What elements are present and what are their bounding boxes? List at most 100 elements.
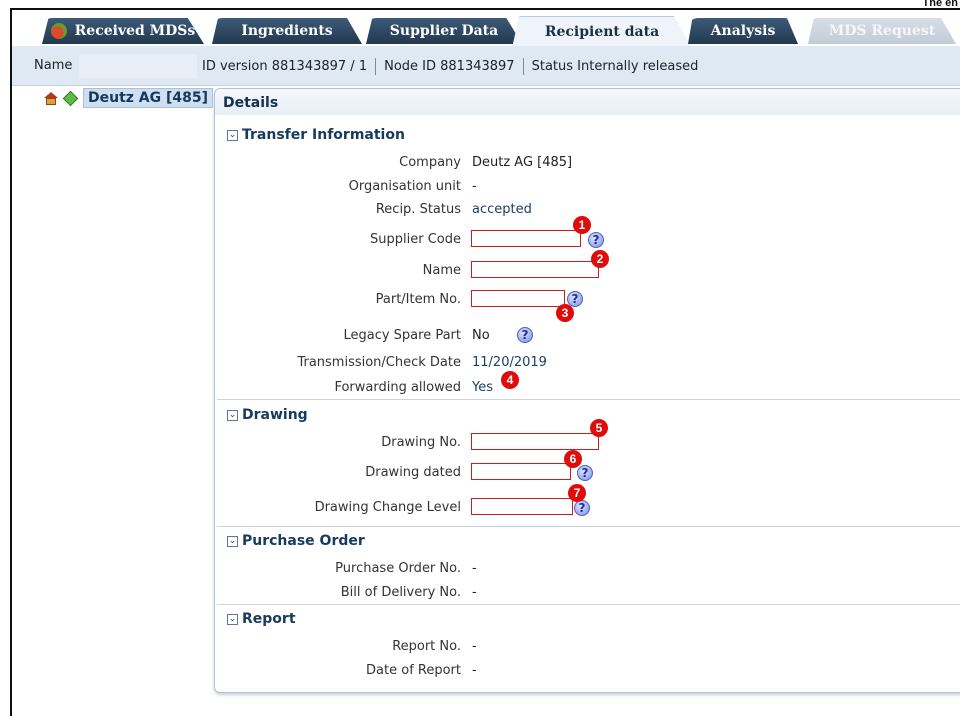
section-divider [217, 526, 960, 527]
transmission-date-value: 11/20/2019 [472, 355, 547, 370]
help-icon[interactable]: ? [574, 500, 590, 516]
delivery-label: Bill of Delivery No. [340, 585, 461, 600]
tab-supplier-data[interactable]: Supplier Data [366, 18, 522, 44]
forwarding-row: Forwarding allowed Yes 4 [215, 371, 960, 398]
report-no-row: Report No. - [215, 637, 960, 657]
legacy-spare-part-value: No [472, 328, 490, 343]
forwarding-label: Forwarding allowed [334, 380, 461, 395]
recip-status-label: Recip. Status [375, 202, 461, 217]
tab-ingredients[interactable]: Ingredients [212, 18, 362, 44]
collapse-icon[interactable]: ⌄ [227, 535, 238, 547]
annotation-badge-7: 7 [568, 484, 586, 502]
report-date-row: Date of Report - [215, 661, 960, 681]
section-divider [217, 399, 960, 400]
drawing-dated-row: Drawing dated ? 6 [215, 450, 960, 483]
drawing-no-input[interactable] [471, 433, 599, 450]
report-no-label: Report No. [392, 639, 461, 654]
apple-icon [50, 23, 67, 39]
supplier-code-input[interactable] [471, 230, 581, 247]
transmission-date-row: Transmission/Check Date 11/20/2019 [215, 353, 960, 373]
part-no-input[interactable] [471, 290, 565, 307]
recipient-tree: Deutz AG [485] [44, 88, 214, 108]
id-version-label: ID version [202, 59, 268, 74]
section-label: Drawing [242, 407, 308, 423]
part-no-label: Part/Item No. [375, 292, 461, 307]
collapse-icon[interactable]: ⌄ [227, 613, 238, 625]
annotation-badge-3: 3 [556, 304, 574, 322]
node-id-value: 881343897 [440, 59, 515, 74]
company-row: Company Deutz AG [485] [215, 153, 960, 173]
tab-label: Ingredients [241, 23, 333, 39]
details-header: Details [215, 89, 960, 115]
legacy-spare-part-row: Legacy Spare Part No ? [215, 326, 960, 346]
recip-status-value: accepted [472, 202, 532, 217]
section-purchase-order[interactable]: ⌄ Purchase Order [227, 533, 365, 549]
id-version-value: 881343897 / 1 [271, 59, 368, 74]
change-level-input[interactable] [471, 498, 573, 515]
section-label: Purchase Order [242, 533, 365, 549]
drawing-dated-label: Drawing dated [365, 465, 461, 480]
annotation-badge-1: 1 [573, 216, 591, 234]
drawing-no-label: Drawing No. [381, 435, 461, 450]
legacy-spare-part-label: Legacy Spare Part [343, 328, 461, 343]
drawing-dated-input[interactable] [471, 463, 571, 480]
section-transfer-information[interactable]: ⌄ Transfer Information [227, 127, 405, 143]
name-row: Name 2 [215, 250, 960, 281]
delivery-row: Bill of Delivery No. - [215, 583, 960, 603]
node-meta: ID version 881343897 / 1 Node ID 88134389… [202, 58, 698, 75]
change-level-label: Drawing Change Level [314, 500, 461, 515]
name-value-box [79, 54, 197, 78]
tab-analysis[interactable]: Analysis [688, 18, 798, 44]
help-icon[interactable]: ? [588, 232, 604, 248]
supplier-code-row: Supplier Code ? 1 [215, 216, 960, 250]
company-value: Deutz AG [485] [472, 155, 573, 170]
forwarding-value: Yes [472, 380, 493, 395]
annotation-badge-5: 5 [590, 419, 608, 437]
change-level-row: Drawing Change Level ? 7 [215, 484, 960, 518]
details-panel: Details ⌄ Transfer Information Company D… [214, 88, 960, 693]
report-date-label: Date of Report [366, 663, 461, 678]
tab-bar: Received MDSs Ingredients Supplier Data … [12, 12, 960, 48]
org-unit-value: - [472, 179, 477, 194]
delivery-value: - [472, 585, 477, 600]
tab-label: Supplier Data [389, 23, 499, 39]
tab-received-mdss[interactable]: Received MDSs [42, 18, 204, 44]
status-diamond-icon [62, 90, 79, 106]
drawing-no-row: Drawing No. 5 [215, 419, 960, 453]
name-field-label: Name [422, 263, 461, 278]
tab-label: Recipient data [544, 24, 660, 40]
section-drawing[interactable]: ⌄ Drawing [227, 407, 308, 423]
po-value: - [472, 561, 477, 576]
tab-label: MDS Request [828, 23, 936, 39]
section-report[interactable]: ⌄ Report [227, 611, 296, 627]
section-label: Report [242, 611, 296, 627]
org-unit-row: Organisation unit - [215, 177, 960, 197]
tab-label: Analysis [710, 23, 776, 39]
name-label: Name [34, 58, 73, 73]
help-icon[interactable]: ? [517, 327, 533, 343]
section-label: Transfer Information [242, 127, 405, 143]
company-house-icon [44, 91, 58, 105]
annotation-badge-2: 2 [591, 250, 609, 268]
annotation-badge-6: 6 [564, 450, 582, 468]
tree-node-deutz[interactable]: Deutz AG [485] [83, 88, 214, 108]
annotation-badge-4: 4 [501, 371, 519, 389]
org-unit-label: Organisation unit [348, 179, 461, 194]
status-value: Internally released [577, 59, 699, 74]
help-icon[interactable]: ? [577, 465, 593, 481]
details-title: Details [223, 95, 279, 111]
report-date-value: - [472, 663, 477, 678]
part-no-row: Part/Item No. ? 3 [215, 290, 960, 322]
collapse-icon[interactable]: ⌄ [227, 129, 238, 141]
tab-recipient-data[interactable]: Recipient data [512, 16, 692, 48]
tab-mds-request: MDS Request [808, 18, 956, 44]
collapse-icon[interactable]: ⌄ [227, 409, 238, 421]
section-divider [217, 604, 960, 605]
report-no-value: - [472, 639, 477, 654]
name-input[interactable] [471, 261, 599, 278]
tab-label: Received MDSs [74, 23, 196, 39]
company-label: Company [399, 155, 461, 170]
node-id-label: Node ID [384, 59, 436, 74]
status-label: Status [531, 59, 574, 74]
transmission-date-label: Transmission/Check Date [297, 355, 461, 370]
